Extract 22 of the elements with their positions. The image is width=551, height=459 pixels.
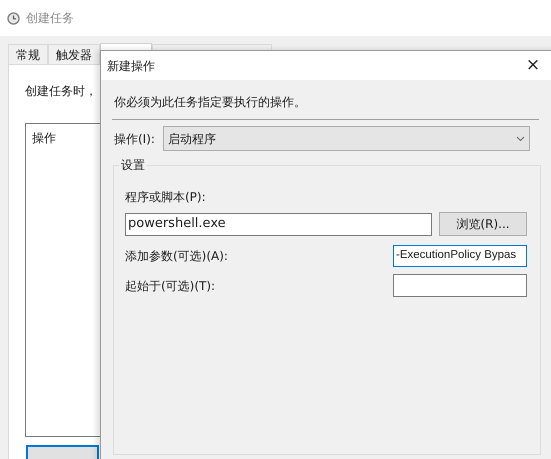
- tab[interactable]: 触发器: [48, 44, 100, 64]
- column-header: 操作: [32, 131, 56, 145]
- program-label: 程序或脚本(P):: [125, 189, 207, 206]
- program-field[interactable]: powershell.exe: [125, 212, 432, 236]
- arguments-value: -ExecutionPolicy Bypas: [396, 248, 516, 264]
- action-dropdown[interactable]: 启动程序: [162, 126, 530, 151]
- new-button[interactable]: [26, 445, 99, 459]
- browse-button[interactable]: 浏览(R)...: [439, 212, 527, 236]
- intro-text: 创建任务时，: [25, 83, 98, 100]
- action-label: 操作(I):: [114, 130, 155, 148]
- tab[interactable]: 常规: [8, 44, 48, 64]
- instruction-text: 你必须为此任务指定要执行的操作。: [114, 94, 307, 111]
- arguments-label: 添加参数(可选)(A):: [125, 248, 228, 265]
- chevron-down-icon: [516, 136, 525, 142]
- arguments-field[interactable]: -ExecutionPolicy Bypas: [393, 245, 527, 267]
- group-title: 设置: [119, 157, 147, 173]
- clock-icon: [7, 12, 20, 24]
- close-button[interactable]: ×: [523, 57, 543, 74]
- start-in-label: 起始于(可选)(T):: [125, 278, 216, 294]
- start-in-field[interactable]: [393, 274, 527, 297]
- window-title: 创建任务: [26, 10, 74, 27]
- dialog-title: 新建操作: [107, 58, 155, 74]
